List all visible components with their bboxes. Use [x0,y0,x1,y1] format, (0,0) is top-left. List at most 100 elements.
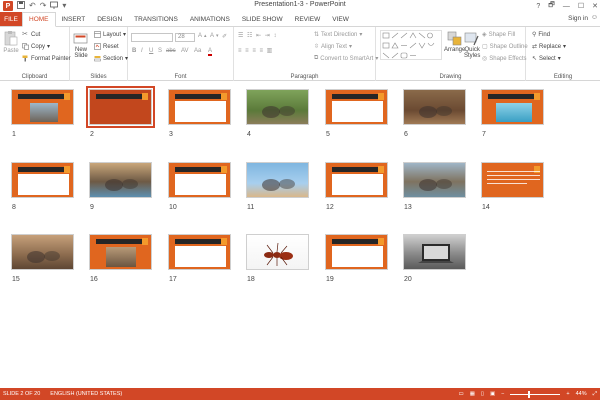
convert-smartart-button[interactable]: ⧉ Convert to SmartArt ▾ [314,55,378,62]
align-text-icon: ⇳ [314,44,320,50]
normal-view-icon[interactable]: ▭ [459,391,464,397]
tab-slide-show[interactable]: SLIDE SHOW [236,12,289,26]
zoom-level[interactable]: 44% [576,391,587,397]
slideshow-view-icon[interactable]: ▣ [490,391,495,397]
font-name-combo[interactable] [131,33,173,42]
slide-thumbnail[interactable] [168,162,231,198]
slide-thumbnail[interactable] [403,234,466,270]
layout-button[interactable]: Layout ▾ [94,31,126,38]
slide-thumbnail[interactable] [403,89,466,125]
customize-toolbar-icon[interactable]: ▾ [62,1,66,11]
slide-thumbnail[interactable] [168,234,231,270]
section-button[interactable]: Section ▾ [94,55,128,62]
slide-thumbnail[interactable] [89,234,152,270]
start-slideshow-icon[interactable] [50,1,59,12]
slide-thumbnail[interactable] [481,89,544,125]
tab-transitions[interactable]: TRANSITIONS [128,12,184,26]
character-spacing-icon[interactable]: AV [181,48,189,54]
new-slide-button[interactable]: New Slide [73,31,89,59]
slide-thumbnail[interactable] [481,162,544,198]
maximize-icon[interactable]: ☐ [578,2,584,10]
select-button[interactable]: ↖ Select ▾ [532,55,561,63]
italic-icon[interactable]: I [141,48,143,54]
zoom-slider[interactable] [510,390,561,398]
slide-thumbnail[interactable] [246,162,309,198]
slide-thumbnail[interactable] [86,86,155,128]
save-icon[interactable] [17,0,25,12]
format-painter-label: Format Painter [31,55,71,62]
shape-effects-button[interactable]: ◎ Shape Effects [482,55,527,63]
reading-view-icon[interactable]: ▯ [481,391,484,397]
font-size-combo[interactable]: 28 [175,33,195,42]
zoom-out-icon[interactable]: − [501,391,504,397]
tab-design[interactable]: DESIGN [91,12,128,26]
shape-outline-button[interactable]: ▢ Shape Outline [482,43,528,51]
slide-thumbnail[interactable] [325,234,388,270]
align-text-button[interactable]: ⇳ Align Text ▾ [314,43,352,51]
shape-fill-label: Shape Fill [488,31,516,38]
grow-font-icon[interactable]: A ▴ [198,33,207,39]
alignment-icon[interactable]: ≡ ≡ ≡ ≡ ▥ [238,47,273,54]
bullets-icon[interactable]: ☰ ☷ ⇤ ⇥ ↕ [238,32,277,39]
shrink-font-icon[interactable]: A ▾ [210,33,219,39]
text-direction-label: Text Direction [321,31,358,38]
tab-review[interactable]: REVIEW [289,12,327,26]
shadow-icon[interactable]: S [158,48,162,54]
slide-thumbnail[interactable] [89,162,152,198]
fit-slide-icon[interactable]: ⤢ [593,391,597,398]
minimize-icon[interactable]: — [563,3,570,10]
powerpoint-window: P ↶ ↷ ▾ Presentation1-3 - PowerPoint ? 🗗… [0,0,600,400]
tab-view[interactable]: VIEW [326,12,355,26]
slide-thumbnail[interactable] [246,234,309,270]
replace-button[interactable]: ⇄ Replace ▾ [532,43,566,51]
copy-button[interactable]: Copy ▾ [22,43,50,50]
slide-number: 1 [12,131,16,138]
underline-icon[interactable]: U [149,48,153,54]
slide-number: 4 [247,131,251,138]
shape-fill-button[interactable]: ◈ Shape Fill [482,31,516,39]
slide-thumbnail[interactable] [325,89,388,125]
slide-number: 13 [404,204,412,211]
format-painter-button[interactable]: Format Painter [22,55,71,62]
feedback-smiley-icon[interactable]: ☺ [591,14,598,21]
cut-button[interactable]: ✂ Cut [22,31,40,38]
shapes-gallery[interactable] [380,30,442,60]
undo-icon[interactable]: ↶ [29,1,36,11]
text-direction-button[interactable]: ⇅ Text Direction ▾ [314,31,362,39]
slide-thumbnail[interactable] [325,162,388,198]
reset-button[interactable]: Reset [94,43,119,50]
sign-in-link[interactable]: Sign in [568,15,588,22]
slide-thumbnail[interactable] [246,89,309,125]
close-icon[interactable]: ✕ [592,2,598,10]
tab-file[interactable]: FILE [0,12,22,26]
change-case-icon[interactable]: Aa [194,48,201,54]
tab-animations[interactable]: ANIMATIONS [184,12,236,26]
redo-icon[interactable]: ↷ [40,1,47,11]
font-color-icon[interactable]: A [208,48,213,56]
help-icon[interactable]: ? [536,3,540,10]
slide-thumbnail[interactable] [11,162,74,198]
quick-styles-button[interactable]: Quick Styles [464,31,480,59]
slide-number: 17 [169,276,177,283]
slide-thumbnail[interactable] [11,89,74,125]
arrange-button[interactable]: Arrange [444,31,465,53]
ribbon-display-icon[interactable]: 🗗 [548,1,555,12]
slide-thumbnail[interactable] [403,162,466,198]
language-indicator[interactable]: ENGLISH (UNITED STATES) [50,391,122,397]
tab-insert[interactable]: INSERT [56,12,92,26]
zoom-slider-handle[interactable] [528,390,531,398]
find-button[interactable]: ⚲ Find [532,31,550,39]
arrange-label: Arrange [444,47,466,53]
paste-icon [4,31,18,46]
bold-icon[interactable]: B [132,48,136,54]
slide-sorter-view-icon[interactable]: ▦ [470,391,475,397]
slide-thumbnail[interactable] [168,89,231,125]
clear-formatting-icon[interactable]: ✐ [222,33,227,40]
slide-thumbnail[interactable] [11,234,74,270]
section-label: Section [103,55,124,62]
tab-home[interactable]: HOME [22,12,56,27]
zoom-in-icon[interactable]: + [566,391,569,397]
strikethrough-icon[interactable]: abc [166,48,176,54]
smartart-icon: ⧉ [314,55,319,61]
paste-button[interactable]: Paste [3,30,19,54]
